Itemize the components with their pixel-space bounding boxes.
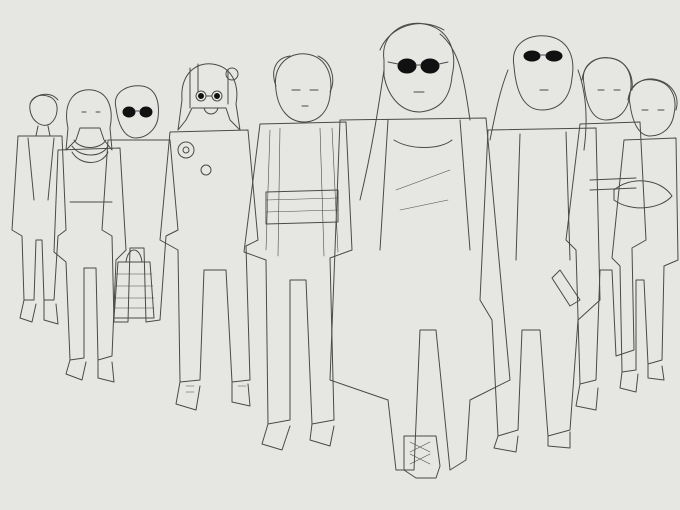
line-art-illustration [0, 0, 680, 510]
background [0, 0, 680, 510]
